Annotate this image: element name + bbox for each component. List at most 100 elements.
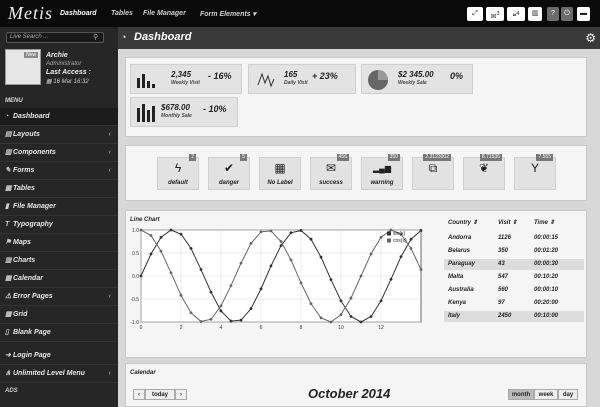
calendar-week-button[interactable]: week bbox=[534, 389, 558, 400]
sidebar-item-unlimited-menu[interactable]: ⋔ Unlimited Level Menu ‹ bbox=[0, 365, 118, 383]
sidebar-item-login-page[interactable]: ➜ Login Page bbox=[0, 347, 118, 365]
data-point bbox=[219, 309, 223, 313]
quick-button-external-link[interactable]: 2.3123002 ⧉ bbox=[412, 154, 454, 190]
sidebar-item-components[interactable]: ▥Components ‹ bbox=[0, 144, 118, 162]
avatar-tag: New bbox=[23, 52, 38, 58]
sidebar-item-maps[interactable]: ⚑ Maps bbox=[0, 234, 118, 252]
data-point bbox=[319, 316, 323, 320]
stat-weekly-sale[interactable]: $2 345.00 Weekly Sale 0% bbox=[361, 64, 473, 94]
data-point bbox=[279, 244, 283, 248]
col-header-visit[interactable]: Visit ⇕ bbox=[498, 218, 517, 229]
data-point bbox=[249, 241, 253, 245]
comments-button[interactable]: ❝4 bbox=[507, 7, 525, 21]
nav-dashboard[interactable]: Dashboard bbox=[60, 10, 97, 17]
table-row: Andorra 1126 00:00:15 bbox=[444, 233, 584, 244]
avatar[interactable]: New bbox=[5, 49, 41, 85]
stat-weekly-visit[interactable]: 2,345 Weekly Visit - 16% bbox=[130, 64, 242, 94]
sidebar-item-dashboard[interactable]: ◔ Dashboard bbox=[0, 108, 118, 126]
sidebar-item-file-manager[interactable]: ▮ File Manager bbox=[0, 198, 118, 216]
quick-button-label: success bbox=[319, 180, 343, 186]
leaf-icon: ❦ bbox=[478, 161, 490, 175]
calendar-day-button[interactable]: day bbox=[558, 389, 578, 400]
sidebar-item-blank-page[interactable]: ▯ Blank Page bbox=[0, 324, 118, 342]
sidebar-item-layouts[interactable]: ▤Layouts ‹ bbox=[0, 126, 118, 144]
power-icon[interactable]: ⏻ bbox=[561, 7, 573, 21]
sidebar-item-charts[interactable]: ▥Charts bbox=[0, 252, 118, 270]
badge: 2.3123002 bbox=[423, 154, 451, 161]
quick-button-leaf[interactable]: 8.71536 ❦ bbox=[463, 154, 505, 190]
nav-file-manager[interactable]: File Manager bbox=[143, 10, 186, 17]
tasks-icon[interactable]: ▥ bbox=[528, 7, 542, 21]
calendar-prev-button[interactable]: ‹ bbox=[133, 389, 145, 400]
cell-visit: 547 bbox=[498, 274, 509, 280]
stat-daily-visit[interactable]: 165 Daily Visit + 23% bbox=[248, 64, 356, 94]
x-tick-label: 12 bbox=[378, 325, 384, 331]
expand-icon[interactable]: ⤢ bbox=[467, 7, 483, 21]
x-tick-label: 2 bbox=[180, 325, 183, 331]
nav-form-elements[interactable]: Form Elements ▾ bbox=[200, 10, 256, 18]
data-point bbox=[309, 302, 313, 305]
data-point bbox=[209, 290, 213, 294]
stat-monthly-sale[interactable]: $678.00 Monthly Sale - 10% bbox=[130, 97, 238, 127]
nav-tables[interactable]: Tables bbox=[111, 10, 133, 17]
calendar-month-button[interactable]: month bbox=[508, 389, 534, 400]
x-tick-label: 10 bbox=[338, 325, 344, 331]
chat-icon[interactable]: ▬ bbox=[577, 7, 590, 21]
data-point bbox=[269, 264, 273, 268]
gear-icon[interactable]: ⚙ bbox=[585, 31, 596, 45]
badge: 5 bbox=[240, 154, 247, 161]
x-tick-label: 6 bbox=[260, 325, 263, 331]
sidebar-item-grid[interactable]: ▦Grid bbox=[0, 306, 118, 324]
bar-sparkline-icon bbox=[137, 74, 155, 88]
table-row: Kenya 97 00:20:00 bbox=[444, 298, 584, 309]
sidebar-item-label: Blank Page bbox=[13, 329, 51, 336]
calendar-next-button[interactable]: › bbox=[175, 389, 187, 400]
data-point bbox=[349, 315, 353, 318]
mail-button[interactable]: ✉3 bbox=[486, 7, 504, 21]
typography-icon: T bbox=[5, 221, 10, 228]
legend-swatch bbox=[387, 238, 391, 243]
app-logo[interactable]: Metis bbox=[8, 3, 53, 24]
stat-value: $2 345.00 bbox=[398, 70, 434, 79]
cell-time: 00:00:30 bbox=[534, 261, 559, 267]
sidebar-item-typography[interactable]: T Typography bbox=[0, 216, 118, 234]
sitemap-icon: ⋔ bbox=[5, 370, 11, 377]
sidebar-item-calendar[interactable]: ▦Calendar bbox=[0, 270, 118, 288]
quick-button-label: default bbox=[168, 180, 188, 186]
quick-button-danger[interactable]: 5 ✔ danger bbox=[208, 154, 250, 190]
quick-button-default[interactable]: 2 ϟ default bbox=[157, 154, 199, 190]
calendar-icon: ▦ bbox=[5, 275, 12, 282]
cell-country: Italy bbox=[448, 313, 461, 319]
blank-icon: ▯ bbox=[5, 329, 9, 336]
data-point bbox=[179, 293, 183, 297]
data-point bbox=[189, 311, 193, 315]
col-header-time[interactable]: Time ⇕ bbox=[534, 218, 555, 229]
data-point bbox=[239, 318, 243, 322]
sidebar-item-error-pages[interactable]: ⚠ Error Pages ‹ bbox=[0, 288, 118, 306]
sidebar-item-label: Forms bbox=[13, 167, 35, 174]
stat-label: Weekly Visit bbox=[171, 80, 200, 86]
sidebar-item-label: Dashboard bbox=[13, 113, 50, 120]
quick-button-no-label[interactable]: ▦ No Label bbox=[259, 157, 301, 190]
calendar-today-button[interactable]: today bbox=[145, 389, 175, 400]
quick-button-label: No Label bbox=[267, 180, 293, 186]
data-point bbox=[229, 284, 233, 288]
legend-swatch bbox=[387, 231, 391, 236]
quick-button-warning[interactable]: 350 ▂▄▆ warning bbox=[361, 154, 403, 190]
quick-button-filter[interactable]: 7.555 Y bbox=[514, 154, 556, 190]
search-input[interactable]: Live Search ... bbox=[6, 32, 104, 43]
sidebar-item-tables[interactable]: ▦Tables bbox=[0, 180, 118, 198]
help-icon[interactable]: ? bbox=[547, 7, 559, 21]
col-header-country[interactable]: Country ⇕ bbox=[448, 218, 478, 229]
data-point bbox=[259, 230, 263, 234]
quick-button-success[interactable]: 456 ✉ success bbox=[310, 154, 352, 190]
data-point bbox=[309, 237, 313, 241]
data-point bbox=[389, 228, 393, 232]
chart-title: Line Chart bbox=[130, 217, 160, 223]
search-icon[interactable]: ⚲ bbox=[93, 33, 98, 41]
sidebar-item-forms[interactable]: ✎ Forms ‹ bbox=[0, 162, 118, 180]
charts-icon: ▥ bbox=[5, 257, 12, 264]
table-row: Italy 2450 00:10:00 bbox=[444, 311, 584, 322]
cell-country: Malta bbox=[448, 274, 464, 280]
stat-label: Daily Visit bbox=[284, 80, 308, 86]
